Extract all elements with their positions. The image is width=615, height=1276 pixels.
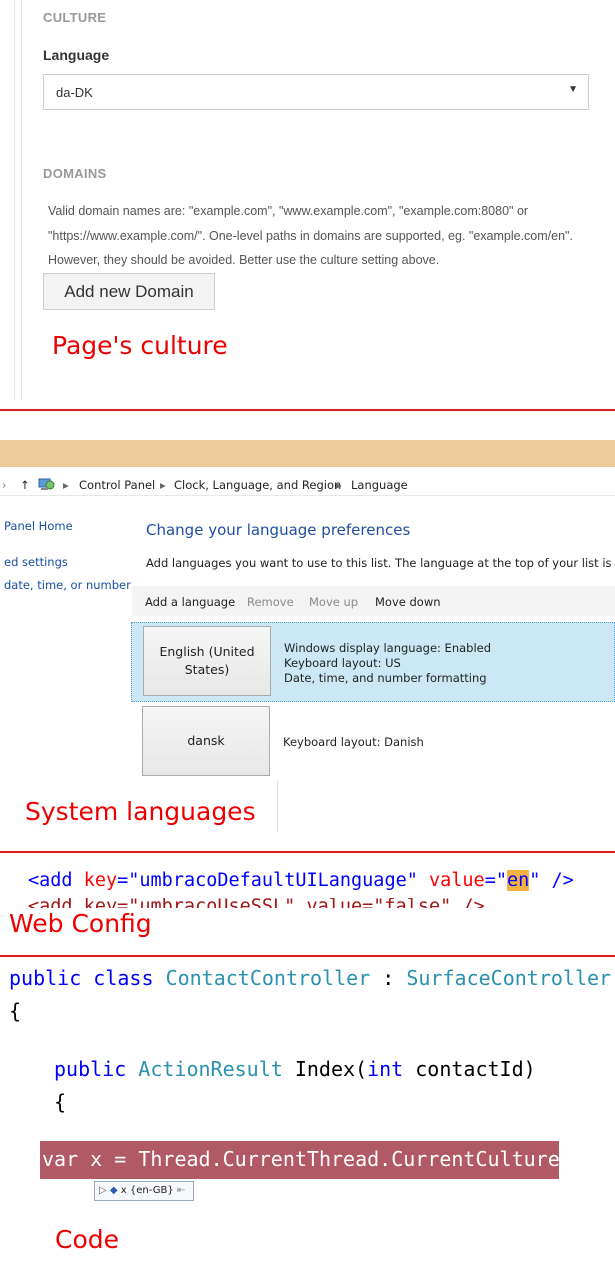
language-info-line: Windows display language: Enabled	[284, 641, 492, 655]
remove-button[interactable]: Remove	[247, 595, 294, 609]
add-new-domain-button[interactable]: Add new Domain	[43, 273, 215, 310]
breadcrumb-separator-icon: ▸	[63, 478, 69, 492]
language-name-line-2: States)	[184, 662, 230, 677]
variable-cube-icon: ◆	[109, 1185, 118, 1196]
back-arrow-icon[interactable]: ›	[2, 478, 7, 492]
breadcrumb-separator-icon: ▸	[160, 478, 166, 492]
divider-2	[0, 851, 615, 853]
divider-3	[0, 955, 615, 957]
culture-heading: CULTURE	[43, 10, 107, 25]
datatip-value: x {en-GB}	[120, 1185, 174, 1196]
column-divider	[277, 780, 278, 832]
keyword: class	[93, 966, 154, 990]
xml-quote: "	[495, 870, 507, 891]
method-name: Index(	[294, 1057, 368, 1081]
language-toolbar: Add a language Remove Move up Move down	[132, 586, 615, 616]
xml-tag-open: <add	[28, 870, 84, 891]
keyword: int	[367, 1057, 404, 1081]
xml-eq: =	[117, 870, 129, 891]
move-down-button[interactable]: Move down	[375, 595, 441, 609]
domains-heading: DOMAINS	[43, 166, 107, 181]
type-name: ContactController	[165, 966, 371, 990]
keyword: public	[54, 1057, 127, 1081]
breadcrumb-clock-language-region[interactable]: Clock, Language, and Region	[174, 478, 341, 492]
highlighted-code-line: var x = Thread.CurrentThread.CurrentCult…	[40, 1141, 572, 1179]
type-name: SurfaceController	[406, 966, 612, 990]
language-select[interactable]: da-DK ▼	[43, 74, 589, 110]
domains-help-line-1: Valid domain names are: "example.com", "…	[48, 204, 529, 218]
domains-help-line-3: However, they should be avoided. Better …	[48, 253, 440, 267]
xml-tag-close: />	[540, 870, 574, 891]
xml-value-highlight: en	[506, 870, 530, 891]
xml-attr-key: key	[83, 870, 118, 891]
type-name: ActionResult	[138, 1057, 283, 1081]
code-line-method: public ActionResult Index(int contactId)	[54, 1057, 536, 1081]
sidebar-link-advanced-settings[interactable]: ed settings	[4, 555, 68, 569]
caption-web-config: Web Config	[9, 909, 152, 938]
up-arrow-icon[interactable]: ↑	[20, 478, 30, 492]
breadcrumb-language[interactable]: Language	[351, 478, 408, 492]
language-label: Language	[43, 47, 110, 63]
caret-down-icon: ▼	[568, 84, 578, 95]
language-button-dansk[interactable]: dansk	[142, 706, 270, 776]
caption-page-culture: Page's culture	[52, 331, 228, 360]
control-panel-icon	[38, 476, 56, 495]
window-titlebar	[0, 440, 615, 467]
language-button-english[interactable]: English (United States)	[143, 626, 271, 696]
keyword: public	[9, 966, 82, 990]
caption-system-languages: System languages	[25, 797, 256, 826]
xml-eq: =	[484, 870, 496, 891]
language-name-line-1: English (United	[159, 644, 255, 659]
add-language-button[interactable]: Add a language	[145, 595, 235, 609]
caption-code: Code	[55, 1225, 120, 1254]
language-select-value: da-DK	[56, 85, 93, 100]
code-punct: :	[370, 966, 407, 990]
divider-1	[0, 409, 615, 411]
language-row-english[interactable]: English (United States) Windows display l…	[131, 622, 615, 702]
code-brace: {	[54, 1090, 67, 1114]
code-line-class: public class ContactController : Surface…	[9, 966, 611, 990]
web-config-cut-line: <add key="umbracoUseSSL" value="false" /…	[28, 898, 615, 908]
xml-attr-value: value	[429, 870, 485, 891]
web-config-line: <add key="umbracoDefaultUILanguage" valu…	[28, 870, 574, 891]
address-bar[interactable]: › ↑ ▸ Control Panel ▸ Clock, Language, a…	[0, 474, 615, 496]
debugger-datatip[interactable]: ▷ ◆ x {en-GB} ⇤	[94, 1181, 194, 1201]
page-subtitle: Add languages you want to use to this li…	[146, 556, 615, 570]
language-info-english: Windows display language: Enabled Keyboa…	[284, 641, 491, 686]
sidebar-link-panel-home[interactable]: Panel Home	[4, 519, 73, 533]
panel-border	[0, 0, 22, 400]
xml-key-value: "umbracoDefaultUILanguage"	[128, 870, 418, 891]
language-info-dansk: Keyboard layout: Danish	[283, 735, 424, 749]
move-up-button[interactable]: Move up	[309, 595, 358, 609]
xml-quote: "	[529, 870, 541, 891]
breadcrumb-control-panel[interactable]: Control Panel	[79, 478, 155, 492]
xml-cut-text: <add key="umbracoUseSSL" value="false" /…	[28, 898, 485, 908]
sidebar-link-date-time-number[interactable]: date, time, or number	[4, 578, 131, 592]
param: contactId)	[415, 1057, 536, 1081]
page-title: Change your language preferences	[146, 521, 411, 539]
language-row-dansk[interactable]: dansk Keyboard layout: Danish	[131, 702, 615, 780]
expand-triangle-icon[interactable]: ▷	[99, 1185, 107, 1196]
code-brace: {	[9, 999, 22, 1023]
pin-icon[interactable]: ⇤	[177, 1185, 185, 1196]
language-info-line: Date, time, and number formatting	[284, 671, 487, 685]
domains-help-line-2: "https://www.example.com/". One-level pa…	[48, 229, 573, 243]
language-info-line: Keyboard layout: US	[284, 656, 401, 670]
breadcrumb-separator-icon: ▸	[336, 478, 342, 492]
